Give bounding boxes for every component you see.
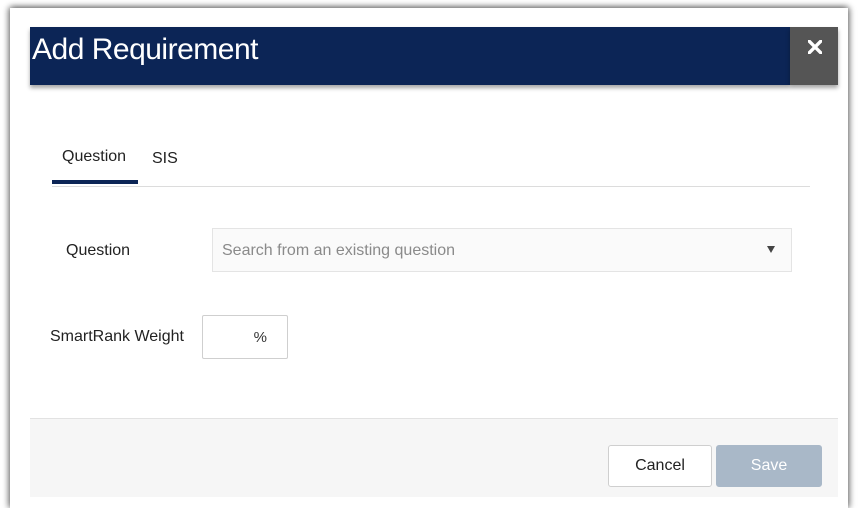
tab-sis[interactable]: SIS	[152, 150, 178, 168]
tab-question[interactable]: Question	[62, 148, 126, 166]
percent-unit: %	[253, 329, 267, 346]
question-select[interactable]: Search from an existing question	[212, 228, 792, 272]
smartrank-weight-label: SmartRank Weight	[50, 328, 184, 345]
close-button[interactable]	[790, 27, 838, 85]
dialog-title: Add Requirement	[32, 33, 258, 66]
question-placeholder: Search from an existing question	[222, 242, 456, 259]
dropdown-arrow-icon[interactable]	[767, 246, 775, 253]
question-label: Question	[66, 242, 131, 259]
dialog-header: Add Requirement	[30, 27, 790, 85]
close-icon	[808, 40, 822, 54]
save-button[interactable]: Save	[716, 445, 822, 487]
tab-bar: Question SIS	[52, 140, 810, 187]
smartrank-weight-input[interactable]: %	[202, 315, 288, 359]
dialog-footer: Cancel Save	[30, 418, 838, 497]
active-tab-indicator	[52, 180, 138, 184]
cancel-button[interactable]: Cancel	[608, 445, 712, 487]
